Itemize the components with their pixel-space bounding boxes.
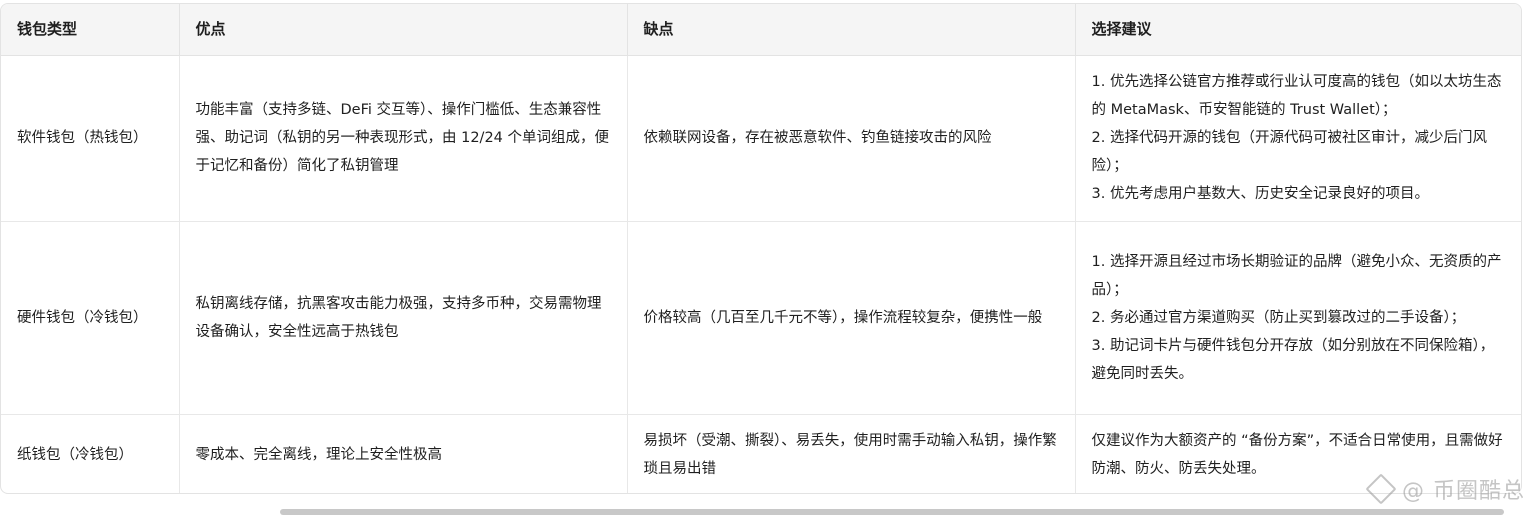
advice-item: 1. 选择开源且经过市场长期验证的品牌（避免小众、无资质的产品）； — [1091, 253, 1502, 298]
cell-cons: 价格较高（几百至几千元不等），操作流程较复杂，便携性一般 — [627, 221, 1076, 415]
header-advice: 选择建议 — [1075, 4, 1521, 56]
watermark-text: @ 币圈酷总 — [1402, 479, 1525, 504]
wallet-comparison-table: 钱包类型 优点 缺点 选择建议 软件钱包（热钱包） 功能丰富（支持多链、DeFi… — [1, 4, 1521, 493]
advice-item: 2. 选择代码开源的钱包（开源代码可被社区审计，减少后门风险）； — [1091, 130, 1487, 174]
cell-advice: 1. 优先选择公链官方推荐或行业认可度高的钱包（如以太坊生态的 MetaMask… — [1075, 55, 1521, 222]
cell-pros: 私钥离线存储，抗黑客攻击能力极强，支持多币种，交易需物理设备确认，安全性远高于热… — [179, 221, 628, 415]
cell-advice: 1. 选择开源且经过市场长期验证的品牌（避免小众、无资质的产品）； 2. 务必通… — [1075, 221, 1521, 415]
cell-wallet-type: 软件钱包（热钱包） — [1, 55, 180, 222]
table-header-row: 钱包类型 优点 缺点 选择建议 — [1, 4, 1521, 56]
cell-pros: 功能丰富（支持多链、DeFi 交互等）、操作门槛低、生态兼容性强、助记词（私钥的… — [179, 55, 628, 222]
cell-wallet-type: 硬件钱包（冷钱包） — [1, 221, 180, 415]
header-cons: 缺点 — [627, 4, 1076, 56]
header-pros: 优点 — [179, 4, 628, 56]
table-row: 硬件钱包（冷钱包） 私钥离线存储，抗黑客攻击能力极强，支持多币种，交易需物理设备… — [1, 221, 1521, 415]
watermark: @ 币圈酷总 — [1365, 473, 1525, 505]
cell-pros: 零成本、完全离线，理论上安全性极高 — [179, 414, 628, 493]
scrollbar-thumb[interactable] — [280, 509, 1504, 515]
advice-item: 1. 优先选择公链官方推荐或行业认可度高的钱包（如以太坊生态的 MetaMask… — [1091, 74, 1502, 118]
table-row: 软件钱包（热钱包） 功能丰富（支持多链、DeFi 交互等）、操作门槛低、生态兼容… — [1, 55, 1521, 222]
table-row: 纸钱包（冷钱包） 零成本、完全离线，理论上安全性极高 易损坏（受潮、撕裂）、易丢… — [1, 414, 1521, 493]
horizontal-scrollbar[interactable] — [280, 509, 1504, 515]
cell-wallet-type: 纸钱包（冷钱包） — [1, 414, 180, 493]
wallet-comparison-table-container: 钱包类型 优点 缺点 选择建议 软件钱包（热钱包） 功能丰富（支持多链、DeFi… — [0, 3, 1522, 494]
advice-item: 2. 务必通过官方渠道购买（防止买到篡改过的二手设备）； — [1091, 309, 1466, 326]
diamond-logo-icon — [1365, 473, 1397, 505]
header-wallet-type: 钱包类型 — [1, 4, 180, 56]
advice-item: 3. 优先考虑用户基数大、历史安全记录良好的项目。 — [1091, 186, 1429, 202]
advice-item: 3. 助记词卡片与硬件钱包分开存放（如分别放在不同保险箱），避免同时丢失。 — [1091, 337, 1495, 382]
cell-cons: 依赖联网设备，存在被恶意软件、钓鱼链接攻击的风险 — [627, 55, 1076, 222]
cell-cons: 易损坏（受潮、撕裂）、易丢失，使用时需手动输入私钥，操作繁琐且易出错 — [627, 414, 1076, 493]
